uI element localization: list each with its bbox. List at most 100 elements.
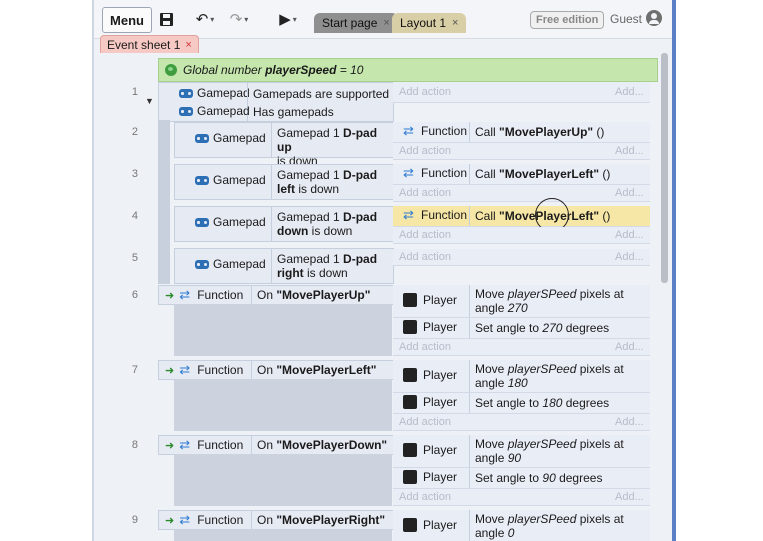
tab-label: Layout 1 bbox=[400, 16, 447, 30]
condition-text: Gamepad 1 D-pad left is down bbox=[277, 168, 378, 196]
close-icon[interactable]: × bbox=[452, 17, 458, 29]
close-icon[interactable]: × bbox=[383, 17, 389, 29]
tab-layout-1[interactable]: Layout 1 × bbox=[392, 13, 467, 33]
function-signature: On "MovePlayerUp" bbox=[257, 288, 371, 302]
add-link: Add... bbox=[615, 187, 644, 199]
sub-event-indent bbox=[158, 120, 170, 284]
add-action-row[interactable]: Add action Add... bbox=[393, 227, 650, 244]
condition-object: Gamepad bbox=[173, 85, 251, 101]
condition-object: Gamepad bbox=[189, 173, 266, 187]
global-var-name: playerSpeed bbox=[265, 63, 337, 77]
function-object: ➜ ⇄ Function bbox=[159, 288, 243, 302]
close-icon[interactable]: × bbox=[185, 39, 191, 51]
player-icon bbox=[403, 443, 417, 457]
event-4-condition[interactable]: Gamepad Gamepad 1 D-pad down is down bbox=[174, 206, 394, 242]
function-icon: ⇄ bbox=[403, 207, 414, 222]
object-name: Function bbox=[421, 208, 468, 222]
add-link[interactable]: Add... bbox=[615, 86, 644, 98]
action-text: Set angle to 270 degrees bbox=[475, 321, 610, 335]
function-icon: ⇄ bbox=[403, 123, 414, 138]
undo-icon[interactable]: ↶ ▾ bbox=[190, 7, 220, 31]
condition-object: Gamepad bbox=[189, 257, 266, 271]
action-object: ⇄ Function bbox=[397, 208, 467, 222]
vertical-scrollbar[interactable] bbox=[661, 53, 668, 283]
action-move-at-angle[interactable]: Player Move playerSPeed pixels at angle 1… bbox=[393, 360, 650, 393]
event-number: 5 bbox=[131, 252, 138, 264]
event-number: 7 bbox=[131, 364, 138, 376]
add-action-row[interactable]: Add action Add... bbox=[393, 339, 650, 356]
action-text: Set angle to 90 degrees bbox=[475, 471, 603, 485]
global-variable[interactable]: Global number playerSpeed = 10 bbox=[158, 58, 658, 82]
condition-object: Gamepad bbox=[173, 103, 251, 119]
event-5-condition[interactable]: Gamepad Gamepad 1 D-pad right is down bbox=[174, 248, 394, 284]
add-action-row[interactable]: Add action Add... bbox=[393, 185, 650, 202]
object-name: Gamepad bbox=[213, 257, 266, 271]
action-call-function[interactable]: ⇄ Function Call "MovePlayerUp" () bbox=[393, 122, 650, 143]
add-action-row[interactable]: Add action Add... bbox=[393, 143, 650, 160]
function-header[interactable]: ➜ ⇄ Function On "MovePlayerRight" bbox=[158, 510, 394, 530]
action-text: Call "MovePlayerUp" () bbox=[475, 125, 605, 139]
user-name[interactable]: Guest bbox=[610, 12, 642, 26]
action-move-at-angle[interactable]: Player Move playerSPeed pixels at angle 2… bbox=[393, 285, 650, 318]
add-link: Add... bbox=[615, 416, 644, 428]
function-signature: On "MovePlayerLeft" bbox=[257, 363, 377, 377]
action-move-at-angle[interactable]: Player Move playerSPeed pixels at angle 0 bbox=[393, 510, 650, 541]
action-text: Move playerSPeed pixels at angle 0 bbox=[475, 512, 624, 540]
user-avatar-icon[interactable] bbox=[646, 10, 662, 26]
action-text: Call "MovePlayerLeft" () bbox=[475, 167, 611, 181]
action-object: ⇄ Function bbox=[397, 166, 467, 180]
action-call-function[interactable]: ⇄ Function Call "MovePlayerLeft" () bbox=[393, 164, 650, 185]
object-name: Gamepad bbox=[213, 173, 266, 187]
redo-icon[interactable]: ↷ ▾ bbox=[224, 7, 254, 31]
tab-start-page[interactable]: Start page × bbox=[314, 13, 398, 33]
event-1-conditions[interactable]: Gamepad Gamepads are supported Gamepad H… bbox=[158, 82, 394, 122]
condition-text: Has gamepads bbox=[253, 105, 334, 119]
add-action-row[interactable]: Add action Add... bbox=[393, 489, 650, 506]
collapse-triangle-icon[interactable]: ▼ bbox=[145, 96, 154, 106]
action-set-angle[interactable]: Player Set angle to 270 degrees bbox=[393, 318, 650, 339]
globe-icon bbox=[165, 64, 177, 76]
add-action-row[interactable]: Add action Add... bbox=[393, 82, 650, 103]
object-name: Player bbox=[423, 470, 458, 484]
save-icon[interactable] bbox=[156, 7, 176, 31]
add-link: Add... bbox=[615, 145, 644, 157]
add-link: Add... bbox=[615, 341, 644, 353]
add-action-row[interactable]: Add action Add... bbox=[393, 249, 650, 266]
add-link: Add... bbox=[615, 491, 644, 503]
gamepad-icon bbox=[195, 175, 209, 185]
object-name: Player bbox=[423, 518, 458, 532]
preview-play-icon[interactable]: ▶ ▾ bbox=[274, 7, 302, 31]
action-call-function-selected[interactable]: ⇄ Function Call "MovePlayerLeft" () bbox=[393, 206, 650, 227]
function-signature: On "MovePlayerDown" bbox=[257, 438, 388, 452]
add-link: Add... bbox=[615, 229, 644, 241]
event-3-condition[interactable]: Gamepad Gamepad 1 D-pad left is down bbox=[174, 164, 394, 200]
object-name: Gamepad bbox=[213, 131, 266, 145]
add-action-row[interactable]: Add action Add... bbox=[393, 414, 650, 431]
action-set-angle[interactable]: Player Set angle to 180 degrees bbox=[393, 393, 650, 414]
function-header[interactable]: ➜ ⇄ Function On "MovePlayerUp" bbox=[158, 285, 394, 305]
edition-badge[interactable]: Free edition bbox=[530, 11, 605, 29]
object-name: Gamepad bbox=[197, 104, 250, 118]
menu-button[interactable]: Menu bbox=[102, 7, 152, 33]
action-object: ⇄ Function bbox=[397, 124, 467, 138]
function-body-spacer bbox=[174, 379, 392, 431]
arrow-right-icon: ➜ bbox=[165, 439, 175, 452]
function-header[interactable]: ➜ ⇄ Function On "MovePlayerDown" bbox=[158, 435, 394, 455]
condition-text: Gamepad 1 D-pad right is down bbox=[277, 252, 378, 280]
add-action-label: Add action bbox=[399, 145, 451, 157]
action-set-angle[interactable]: Player Set angle to 90 degrees bbox=[393, 468, 650, 489]
event-2-condition[interactable]: Gamepad Gamepad 1 D-pad up is down bbox=[174, 122, 394, 168]
tab-label: Start page bbox=[322, 16, 378, 30]
condition-object: Gamepad bbox=[189, 131, 266, 145]
condition-text: Gamepads are supported bbox=[253, 87, 390, 101]
action-move-at-angle[interactable]: Player Move playerSPeed pixels at angle 9… bbox=[393, 435, 650, 468]
add-action-label[interactable]: Add action bbox=[399, 86, 451, 98]
function-icon: ⇄ bbox=[179, 512, 191, 527]
player-icon bbox=[403, 320, 417, 334]
add-action-label: Add action bbox=[399, 251, 451, 263]
function-header[interactable]: ➜ ⇄ Function On "MovePlayerLeft" bbox=[158, 360, 394, 380]
tab-event-sheet-1[interactable]: Event sheet 1 × bbox=[100, 35, 199, 54]
player-icon bbox=[403, 368, 417, 382]
player-icon bbox=[403, 518, 417, 532]
object-name: Player bbox=[423, 368, 458, 382]
